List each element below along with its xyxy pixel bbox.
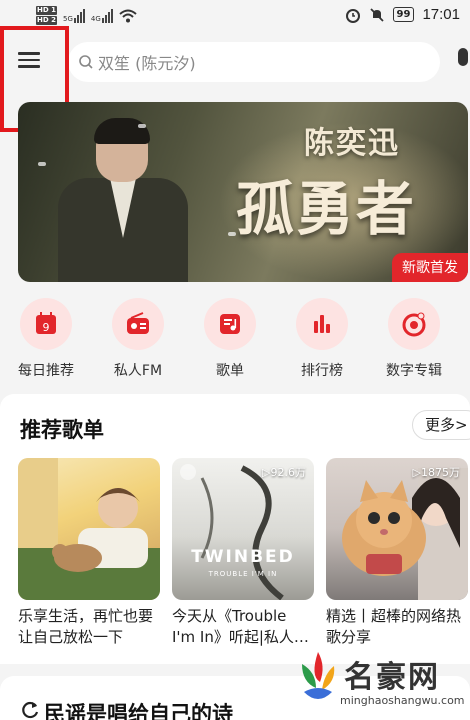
status-time: 17:01 [422, 6, 460, 23]
chart-bars-icon [296, 298, 348, 350]
quick-item-digital-album[interactable]: 数字专辑 [374, 298, 454, 380]
banner[interactable]: 陈奕迅 孤勇者 新歌首发 [18, 102, 468, 282]
playlist-icon [204, 298, 256, 350]
recommended-section: 推荐歌单 更多> 乐享生活，再忙也要让自己放松一下 TWINBED TROUBL… [0, 394, 470, 664]
banner-artist-image [58, 118, 188, 282]
quick-nav: 9 每日推荐 私人FM 歌单 排行榜 数字专辑 [0, 298, 470, 388]
watermark-logo [302, 652, 335, 699]
network-label-2: 4G [90, 15, 101, 23]
cover-text: TWINBED [191, 547, 295, 567]
playlist-card[interactable]: ▷1875万 精选丨超棒的网络热歌分享 [326, 458, 468, 648]
signal-icon: 5G [63, 9, 85, 23]
play-count: ▷92.6万 [262, 466, 306, 479]
quick-item-charts[interactable]: 排行榜 [282, 298, 362, 380]
playlist-card[interactable]: TWINBED TROUBLE I'M IN ▷92.6万 今天从《Troubl… [172, 458, 314, 648]
playlist-title: 精选丨超棒的网络热歌分享 [326, 607, 462, 646]
playlist-card[interactable]: 乐享生活，再忙也要让自己放松一下 [18, 458, 160, 648]
quick-label-fm: 私人FM [113, 363, 163, 379]
menu-icon[interactable] [14, 48, 44, 78]
refresh-icon[interactable] [20, 700, 40, 720]
quick-item-daily[interactable]: 9 每日推荐 [6, 298, 86, 380]
alarm-icon [345, 8, 360, 23]
quick-label-charts: 排行榜 [301, 363, 343, 379]
next-section-title: 民谣是唱给自己的诗 [44, 702, 233, 720]
calendar-icon: 9 [20, 298, 72, 350]
status-bar: HD 1 HD 2 5G 4G 99 17:01 [0, 0, 470, 34]
search-placeholder: 双笙 (陈元汐) [98, 54, 196, 73]
banner-tag: 新歌首发 [392, 253, 468, 282]
radio-icon [112, 298, 164, 350]
more-button[interactable]: 更多> [412, 410, 470, 440]
quick-label-digital-album: 数字专辑 [386, 363, 442, 379]
top-header: 双笙 (陈元汐) [0, 34, 470, 94]
watermark: 名豪网 minghaoshangwu.com [296, 646, 466, 720]
hd1-label: HD 1 [36, 6, 57, 15]
mute-icon [369, 7, 384, 22]
playlist-cover: TWINBED TROUBLE I'M IN ▷92.6万 [172, 458, 314, 600]
banner-artist: 陈奕迅 [304, 126, 400, 161]
wifi-icon [119, 9, 137, 23]
battery-indicator: 99 [392, 7, 415, 22]
playlist-cover: ▷1875万 [326, 458, 468, 600]
banner-album-title: 孤勇者 [236, 175, 417, 243]
status-right: 99 17:01 [345, 6, 460, 23]
watermark-url: minghaoshangwu.com [340, 694, 465, 707]
hd2-label: HD 2 [36, 16, 57, 25]
playlist-cover [18, 458, 160, 600]
playlist-title: 今天从《Trouble I'm In》听起|私人… [172, 607, 309, 646]
hd-indicator: HD 1 HD 2 [36, 6, 57, 26]
disc-icon [388, 298, 440, 350]
signal-icon-2: 4G [91, 9, 113, 23]
quick-item-fm[interactable]: 私人FM [98, 298, 178, 380]
cover-subtext: TROUBLE I'M IN [208, 570, 278, 578]
section-title: 推荐歌单 [20, 418, 104, 442]
search-icon [79, 55, 93, 69]
quick-label-daily: 每日推荐 [18, 363, 74, 379]
status-left: HD 1 HD 2 5G 4G [36, 6, 137, 26]
network-label-1: 5G [62, 15, 73, 23]
watermark-text: 名豪网 [344, 660, 440, 695]
play-count: ▷1875万 [412, 466, 460, 479]
quick-item-playlist[interactable]: 歌单 [190, 298, 270, 380]
mic-icon[interactable] [458, 48, 470, 72]
svg-text:9: 9 [43, 321, 50, 334]
search-input[interactable]: 双笙 (陈元汐) [68, 42, 440, 82]
quick-label-playlist: 歌单 [216, 363, 244, 379]
playlist-title: 乐享生活，再忙也要让自己放松一下 [18, 607, 154, 646]
